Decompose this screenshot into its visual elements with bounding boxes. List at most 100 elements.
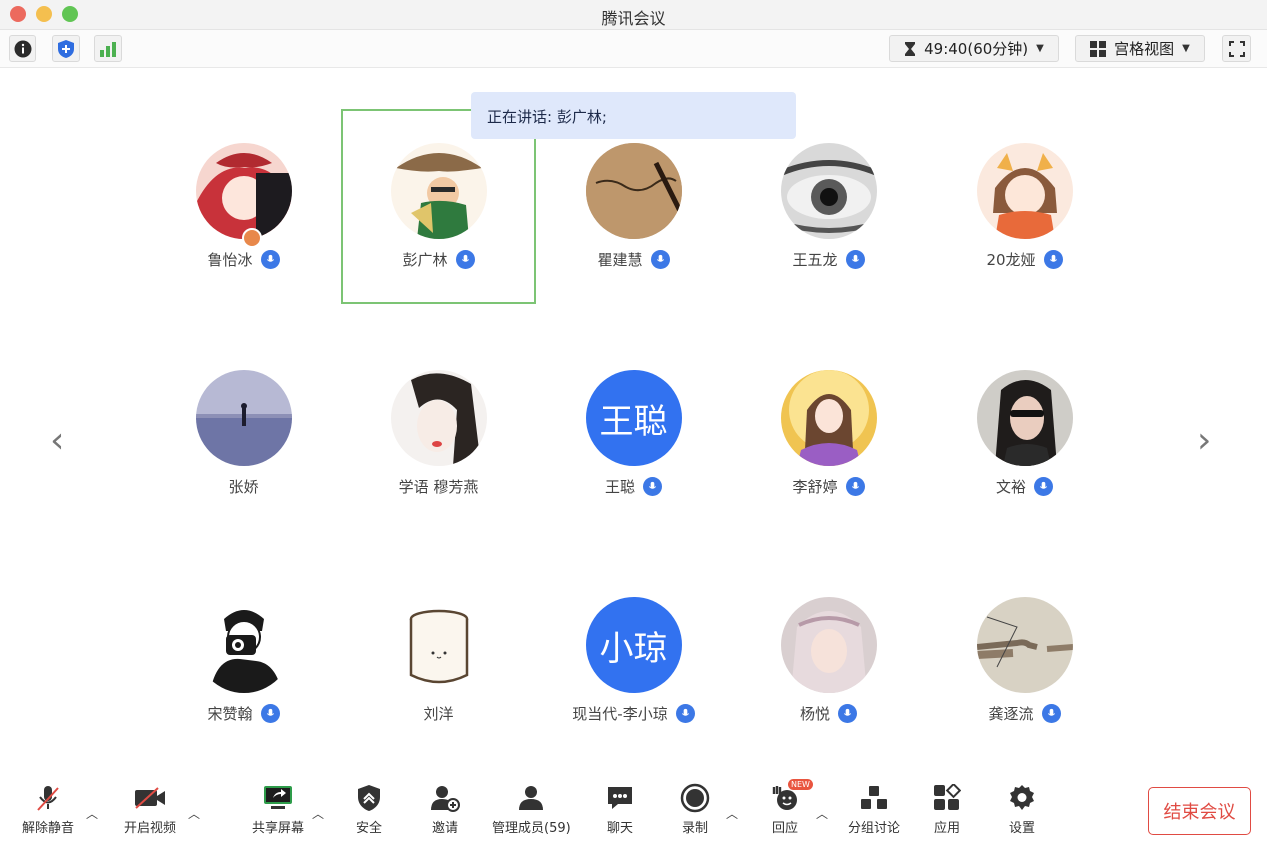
next-page-button[interactable]: › [1197, 420, 1211, 461]
security-button[interactable]: 安全 [356, 783, 382, 836]
unmute-options-chevron-icon[interactable]: ︿ [86, 805, 98, 822]
participant-tile[interactable]: 龚逐流 [927, 563, 1122, 758]
chat-button[interactable]: 聊天 [606, 783, 634, 836]
video-options-chevron-icon[interactable]: ︿ [188, 805, 200, 822]
participant-name: 王聪 [604, 478, 635, 496]
avatar [195, 597, 292, 693]
reaction-options-chevron-icon[interactable]: ︿ [816, 805, 828, 822]
settings-button[interactable]: 设置 [1008, 783, 1036, 836]
manage-members-button[interactable]: 管理成员(59) [492, 783, 571, 836]
network-status-button[interactable] [94, 35, 122, 62]
chevron-down-icon: ▼ [1182, 43, 1190, 54]
record-options-chevron-icon[interactable]: ︿ [726, 805, 738, 822]
shield-icon [58, 39, 74, 58]
participant-name: 瞿建慧 [597, 251, 643, 269]
participant-name: 学语 穆芳燕 [398, 478, 479, 496]
avatar [976, 143, 1073, 239]
view-mode-select[interactable]: 宫格视图 ▼ [1075, 35, 1205, 62]
microphone-icon [260, 250, 280, 269]
participant-tile[interactable]: 王聪 王聪 [536, 336, 731, 531]
fullscreen-icon [1228, 40, 1245, 57]
timer-label: 49:40(60分钟) [924, 40, 1029, 58]
meeting-timer[interactable]: 49:40(60分钟) ▼ [889, 35, 1059, 62]
top-toolbar: 49:40(60分钟) ▼ 宫格视图 ▼ [0, 30, 1267, 68]
security-status-button[interactable] [52, 35, 80, 62]
end-meeting-button[interactable]: 结束会议 [1148, 787, 1251, 835]
chat-icon [608, 787, 632, 809]
avatar [780, 143, 877, 239]
start-video-button[interactable]: 开启视频 [124, 783, 176, 836]
participant-tile[interactable]: 李舒婷 [731, 336, 926, 531]
microphone-muted-icon [37, 786, 59, 811]
participant-name: 王五龙 [792, 251, 838, 269]
participant-tile[interactable]: 刘洋 [341, 563, 536, 758]
avatar [390, 597, 487, 693]
apps-icon [934, 784, 961, 810]
avatar [390, 143, 487, 239]
breakout-icon [861, 786, 887, 809]
share-screen-icon [264, 786, 292, 809]
participant-name: 杨悦 [799, 705, 830, 723]
microphone-icon [1034, 477, 1053, 496]
previous-page-button[interactable]: ‹ [50, 420, 64, 461]
avatar [195, 370, 292, 466]
microphone-icon [1041, 704, 1061, 723]
breakout-rooms-button[interactable]: 分组讨论 [848, 783, 900, 836]
share-screen-button[interactable]: 共享屏幕 [252, 783, 304, 836]
microphone-icon [1043, 250, 1063, 269]
bottom-control-bar: 解除静音 ︿ 开启视频 ︿ 共享屏幕 ︿ 安全 邀请 管理成员(59) 聊天 录… [0, 775, 1267, 845]
participant-name: 现当代-李小琼 [572, 705, 668, 723]
participant-tile[interactable]: 文裕 [927, 336, 1122, 531]
unmute-button[interactable]: 解除静音 [22, 783, 74, 836]
participant-tile[interactable]: 张娇 [146, 336, 341, 531]
participant-tile[interactable]: 杨悦 [731, 563, 926, 758]
microphone-icon [643, 477, 662, 496]
avatar: 小琼 [585, 597, 682, 693]
title-bar: 腾讯会议 [0, 0, 1267, 30]
signal-icon [100, 41, 116, 57]
microphone-icon [455, 250, 475, 269]
video-off-icon [135, 787, 165, 809]
apps-button[interactable]: 应用 [933, 783, 961, 836]
participant-name: 宋赞翰 [207, 705, 253, 723]
info-icon [14, 40, 31, 57]
participant-name: 龚逐流 [988, 705, 1034, 723]
record-button[interactable]: 录制 [680, 783, 710, 836]
participant-tile[interactable]: 学语 穆芳燕 [341, 336, 536, 531]
participant-tile[interactable]: 宋赞翰 [146, 563, 341, 758]
participant-name: 文裕 [995, 478, 1026, 496]
new-badge: NEW [788, 779, 813, 790]
participant-name: 彭广林 [402, 251, 448, 269]
meeting-info-button[interactable] [9, 35, 36, 62]
window-title: 腾讯会议 [601, 9, 666, 28]
reaction-button[interactable]: NEW 回应 [770, 779, 813, 836]
microphone-icon [838, 704, 857, 723]
participant-tile[interactable]: 20龙娅 [927, 109, 1122, 304]
shield-icon [358, 785, 380, 811]
avatar [976, 370, 1073, 466]
participant-name: 张娇 [228, 478, 259, 496]
avatar [976, 597, 1073, 693]
members-icon [519, 786, 544, 810]
participant-tile[interactable]: 鲁怡冰 [146, 109, 341, 304]
participant-name: 李舒婷 [792, 478, 838, 496]
record-icon [680, 783, 710, 813]
microphone-icon [260, 704, 280, 723]
chevron-down-icon: ▼ [1036, 43, 1044, 54]
participant-tile[interactable]: 小琼 现当代-李小琼 [536, 563, 731, 758]
host-badge-icon [241, 228, 262, 248]
avatar [585, 143, 682, 239]
add-person-icon [431, 786, 460, 812]
avatar [780, 370, 877, 466]
grid-view-icon [1090, 40, 1107, 57]
fullscreen-button[interactable] [1222, 35, 1251, 62]
share-options-chevron-icon[interactable]: ︿ [312, 805, 324, 822]
invite-button[interactable]: 邀请 [430, 783, 460, 836]
participant-name: 刘洋 [423, 705, 454, 723]
microphone-icon [845, 477, 865, 496]
speaking-banner: 正在讲话: 彭广林; [471, 92, 796, 139]
microphone-icon [845, 250, 865, 269]
avatar [780, 597, 877, 693]
microphone-icon [650, 250, 670, 269]
microphone-icon [675, 704, 695, 723]
